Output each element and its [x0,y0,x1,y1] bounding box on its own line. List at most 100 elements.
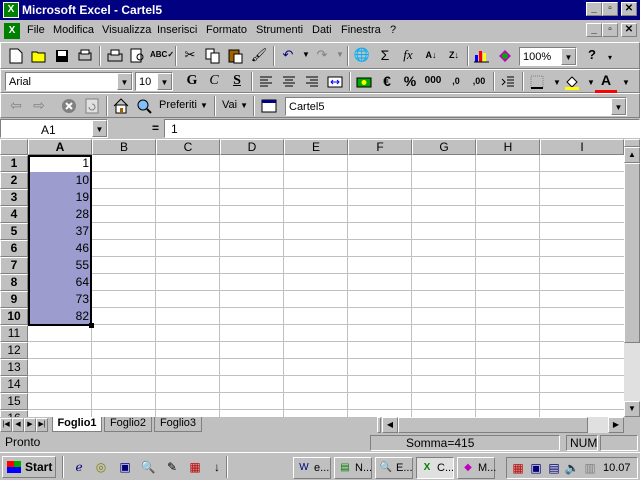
horizontal-scrollbar[interactable]: ◀ ▶ [382,417,624,433]
address-combo[interactable]: Cartel5 ▼ [285,97,627,116]
tray-keyboard-icon[interactable]: ▥ [581,459,599,477]
paste-icon[interactable] [225,45,247,67]
tray-app-icon[interactable]: ▦ [509,459,527,477]
cut-icon[interactable]: ✂ [179,45,201,67]
doc-minimize-button[interactable]: _ [586,23,602,37]
taskbar-button-m[interactable]: ◆ M... [457,457,496,479]
hscroll-thumb[interactable] [398,417,588,433]
more-buttons-icon[interactable]: ▾ [599,48,621,70]
autosum-icon[interactable]: Σ [374,45,396,67]
thousands-separator-button[interactable]: 000 [422,71,444,93]
row-header-3[interactable]: 3 [0,189,28,206]
column-header-c[interactable]: C [156,139,220,155]
print-preview-icon[interactable] [74,45,96,67]
search-icon[interactable]: 🔍 [139,458,157,476]
volume-icon[interactable]: 🔈 [563,459,581,477]
column-header-a[interactable]: A [28,139,92,155]
row-header-14[interactable]: 14 [0,376,28,393]
chevron-down-icon[interactable]: ▼ [117,73,132,90]
menu-file[interactable]: File [27,24,45,36]
excel-app-icon[interactable]: X [3,2,19,18]
menu-visualizza[interactable]: Visualizza [102,24,151,36]
scroll-left-button[interactable]: ◀ [382,417,398,433]
menu-finestra[interactable]: Finestra [341,24,381,36]
copy-icon[interactable] [202,45,224,67]
align-right-icon[interactable] [301,71,323,93]
maximize-button[interactable]: ▫ [602,2,618,16]
outlook-icon[interactable]: ◎ [92,458,110,476]
scroll-up-button[interactable]: ▲ [624,147,640,163]
row-header-2[interactable]: 2 [0,172,28,189]
row-header-4[interactable]: 4 [0,206,28,223]
print-icon[interactable] [104,45,126,67]
underline-button[interactable]: S [226,71,248,93]
first-sheet-button[interactable]: |◀ [0,418,12,432]
home-icon[interactable] [110,95,132,117]
favorites-menu[interactable]: Preferiti ▼ [159,99,208,111]
scroll-right-button[interactable]: ▶ [608,417,624,433]
sheet-tab-foglio2[interactable]: Foglio2 [104,417,152,432]
tray-monitor-icon[interactable]: ▤ [545,459,563,477]
map-icon[interactable] [494,45,516,67]
borders-icon[interactable] [526,71,548,93]
stop-icon[interactable] [58,95,80,117]
column-header-i[interactable]: I [540,139,624,155]
back-icon[interactable]: ⇦ [5,95,27,117]
currency-icon[interactable] [353,71,375,93]
increase-decimal-button[interactable]: ,0 [445,71,467,93]
name-box[interactable]: A1 ▼ [0,119,108,138]
ie-icon[interactable]: ℯ [70,458,88,476]
menu-dati[interactable]: Dati [312,24,332,36]
select-all-corner[interactable] [0,139,28,155]
formula-input[interactable]: 1 [164,119,640,138]
prev-sheet-button[interactable]: ◀ [12,418,24,432]
font-color-button[interactable]: A [595,71,617,93]
menu-modifica[interactable]: Modifica [53,24,94,36]
chart-wizard-icon[interactable] [471,45,493,67]
column-header-f[interactable]: F [348,139,412,155]
zoom-combo[interactable]: 100% ▼ [519,47,577,66]
row-header-15[interactable]: 15 [0,393,28,410]
row-header-12[interactable]: 12 [0,342,28,359]
taskbar-button-n[interactable]: ▤ N... [334,457,372,479]
fill-handle[interactable] [89,323,94,328]
doc-restore-button[interactable]: ▫ [602,23,618,37]
chevron-down-icon[interactable]: ▼ [157,73,172,90]
document-icon[interactable]: X [4,23,20,39]
next-sheet-button[interactable]: ▶ [24,418,36,432]
italic-button[interactable]: C [203,71,225,93]
menu-help[interactable]: ? [390,24,396,36]
taskbar-button-explorer[interactable]: 🔍 E... [375,457,413,479]
go-menu[interactable]: Vai ▼ [222,99,248,111]
clock[interactable]: 10.07 [603,462,631,474]
sheet-tab-foglio1[interactable]: Foglio1 [52,417,102,432]
row-header-8[interactable]: 8 [0,274,28,291]
column-header-h[interactable]: H [476,139,540,155]
media-icon[interactable]: ▦ [186,458,204,476]
chevron-down-icon[interactable]: ▼ [561,48,576,65]
forward-icon[interactable]: ⇨ [28,95,50,117]
vertical-scrollbar[interactable]: ▲ ▼ [624,139,640,417]
euro-button[interactable]: € [376,71,398,93]
row-header-6[interactable]: 6 [0,240,28,257]
align-center-icon[interactable] [278,71,300,93]
align-left-icon[interactable] [255,71,277,93]
merge-center-icon[interactable] [324,71,346,93]
format-painter-icon[interactable]: 🖌 [248,45,270,67]
split-box[interactable] [624,139,640,147]
title-bar[interactable]: X Microsoft Excel - Cartel5 _ ▫ ✕ [0,0,640,20]
scroll-thumb[interactable] [624,163,640,343]
minimize-button[interactable]: _ [586,2,602,16]
save-icon[interactable] [51,45,73,67]
font-color-dropdown-icon[interactable]: ▼ [615,73,637,95]
column-header-g[interactable]: G [412,139,476,155]
percent-button[interactable]: % [399,71,421,93]
bold-button[interactable]: G [181,71,203,93]
new-icon[interactable] [5,45,27,67]
taskbar-button-excel[interactable]: X C... [416,457,454,479]
font-combo[interactable]: Arial ▼ [5,72,133,91]
row-header-11[interactable]: 11 [0,325,28,342]
indent-icon[interactable] [497,71,519,93]
row-header-9[interactable]: 9 [0,291,28,308]
row-header-10[interactable]: 10 [0,308,28,325]
